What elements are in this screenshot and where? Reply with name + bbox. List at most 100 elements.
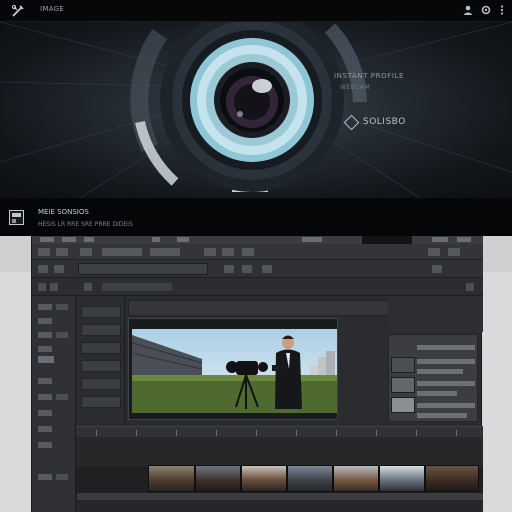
- panel-item[interactable]: [38, 332, 52, 338]
- panel-tag[interactable]: [38, 356, 54, 363]
- tool-button[interactable]: [56, 248, 68, 256]
- hero-cta-label: SOLISBO: [363, 117, 406, 127]
- tool-button[interactable]: [242, 248, 254, 256]
- ruler-tick: [96, 430, 97, 436]
- panel-item[interactable]: [38, 346, 52, 352]
- timeline-clip[interactable]: [287, 465, 333, 492]
- viewer-header: [128, 300, 394, 316]
- menu-item[interactable]: [84, 237, 94, 242]
- panel-item[interactable]: [56, 332, 68, 338]
- media-slot[interactable]: [81, 378, 121, 390]
- timeline-clip[interactable]: [195, 465, 241, 492]
- audio-track[interactable]: [77, 493, 483, 500]
- panel-item[interactable]: [38, 394, 52, 400]
- panel-item[interactable]: [38, 410, 52, 416]
- ruler-tick: [176, 430, 177, 436]
- menu-item[interactable]: [457, 237, 471, 242]
- timeline-ruler[interactable]: [76, 427, 483, 437]
- inspector-row: [417, 391, 457, 396]
- strip-subtitle: HESIS LR RRE SRE PRRE DIDEIS: [38, 221, 133, 228]
- tool-button[interactable]: [262, 265, 272, 273]
- secondary-toolbar: [32, 260, 483, 278]
- tool-button[interactable]: [222, 248, 234, 256]
- menu-item[interactable]: [152, 237, 160, 242]
- panel-item[interactable]: [38, 378, 52, 384]
- panel-item[interactable]: [56, 394, 68, 400]
- window-drag-handle[interactable]: [362, 236, 412, 244]
- timeline-clip[interactable]: [148, 465, 195, 492]
- hero-brand: INSTANT PROFILE: [334, 72, 405, 80]
- tool-button[interactable]: [80, 248, 92, 256]
- media-slot[interactable]: [81, 306, 121, 318]
- media-slot[interactable]: [81, 360, 121, 372]
- panel-icon[interactable]: [466, 283, 474, 291]
- panel-item[interactable]: [38, 426, 52, 432]
- hero-banner: INSTANT PROFILE WEBCAM SOLISBO: [0, 22, 512, 198]
- menu-item[interactable]: [177, 237, 189, 242]
- tools-icon[interactable]: [10, 3, 26, 19]
- hero-brand-sub: WEBCAM: [340, 84, 371, 91]
- app-title: IMAGE: [40, 5, 65, 13]
- tool-button[interactable]: [204, 248, 216, 256]
- panel-tab[interactable]: [102, 283, 172, 291]
- media-slot[interactable]: [81, 324, 121, 336]
- tool-button[interactable]: [102, 248, 142, 256]
- panel-icon[interactable]: [38, 283, 46, 291]
- timeline-clip[interactable]: [379, 465, 425, 492]
- ruler-tick: [336, 430, 337, 436]
- ruler-tick: [376, 430, 377, 436]
- video-preview[interactable]: [132, 329, 337, 413]
- film-icon[interactable]: [9, 210, 24, 229]
- tool-button[interactable]: [38, 265, 48, 273]
- timeline-clip[interactable]: [425, 465, 479, 492]
- inspector-row: [417, 413, 467, 418]
- video-editor-window: [31, 236, 483, 512]
- menu-item[interactable]: [62, 237, 76, 242]
- strip-title: MEIE SONSIOS: [38, 208, 89, 216]
- inspector-thumbnail[interactable]: [391, 397, 415, 413]
- tool-button[interactable]: [448, 248, 460, 256]
- ruler-tick: [256, 430, 257, 436]
- panel-item[interactable]: [38, 474, 52, 480]
- menu-item[interactable]: [302, 237, 322, 242]
- media-slot[interactable]: [81, 396, 121, 408]
- top-bar: IMAGE: [0, 0, 512, 22]
- tool-button[interactable]: [242, 265, 252, 273]
- panel-icon[interactable]: [84, 283, 92, 291]
- hero-cta-button[interactable]: SOLISBO: [343, 114, 406, 130]
- filter-field[interactable]: [78, 263, 208, 275]
- ruler-tick: [216, 430, 217, 436]
- tool-button[interactable]: [150, 248, 180, 256]
- media-slot[interactable]: [81, 342, 121, 354]
- inspector-panel: [388, 334, 478, 422]
- ruler-tick: [136, 430, 137, 436]
- tool-button[interactable]: [38, 248, 50, 256]
- dots-icon[interactable]: [496, 4, 508, 16]
- inspector-thumbnail[interactable]: [391, 377, 415, 393]
- right-header-panel: [388, 296, 483, 332]
- tool-button[interactable]: [224, 265, 234, 273]
- inspector-row: [417, 369, 463, 374]
- user-icon[interactable]: [462, 4, 474, 16]
- inspector-row: [417, 359, 475, 364]
- tool-button[interactable]: [428, 248, 440, 256]
- panel-item[interactable]: [56, 304, 68, 310]
- left-tool-panel: [32, 296, 76, 512]
- inspector-thumbnail[interactable]: [391, 357, 415, 373]
- timeline-clip[interactable]: [241, 465, 287, 492]
- toolbar: [32, 244, 483, 260]
- panel-icon[interactable]: [50, 283, 58, 291]
- inspector-row: [417, 345, 475, 350]
- tool-button[interactable]: [54, 265, 64, 273]
- tool-button[interactable]: [432, 265, 442, 273]
- panel-item[interactable]: [38, 442, 52, 448]
- panel-item[interactable]: [38, 318, 52, 324]
- panel-item[interactable]: [38, 304, 52, 310]
- menu-item[interactable]: [40, 237, 54, 242]
- panel-item[interactable]: [56, 474, 68, 480]
- inspector-row: [417, 403, 475, 408]
- timeline-clip[interactable]: [333, 465, 379, 492]
- app-page: IMAGE INSTANT PROFILE WEBCAM SOLISBO MEI…: [0, 0, 512, 512]
- menu-item[interactable]: [432, 237, 448, 242]
- gear-icon[interactable]: [480, 4, 492, 16]
